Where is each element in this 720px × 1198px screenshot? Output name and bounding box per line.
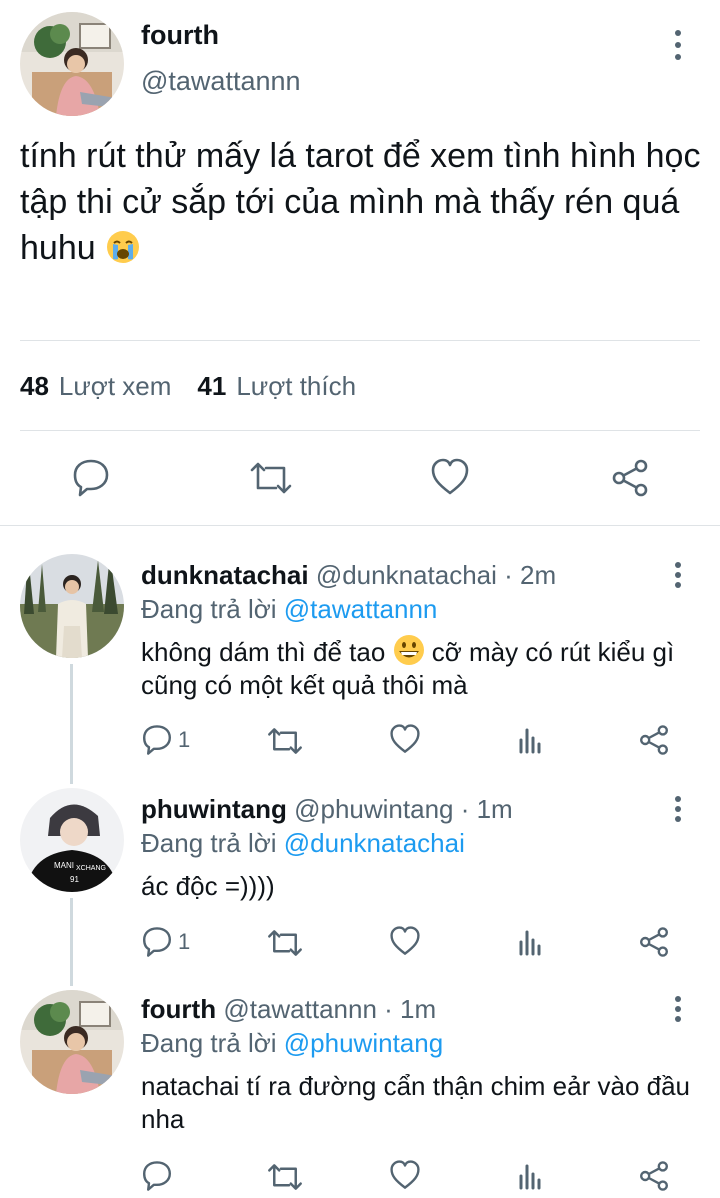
author-name[interactable]: phuwintang (141, 794, 287, 824)
reply-count: 1 (178, 929, 191, 954)
reply-text-part: không dám thì để tao (141, 637, 393, 667)
divider (20, 430, 700, 431)
analytics-icon[interactable] (518, 928, 544, 956)
author-handle[interactable]: @tawattannn (141, 66, 301, 97)
svg-text:XCHANG: XCHANG (76, 865, 106, 872)
replying-mention[interactable]: @tawattannn (284, 594, 438, 624)
replying-prefix: Đang trả lời (141, 1028, 284, 1058)
replying-to: Đang trả lời @dunknatachai (141, 828, 465, 859)
tweet-stats: 48 Lượt xem 41 Lượt thích (20, 368, 356, 404)
retweet-icon[interactable] (248, 460, 294, 496)
divider (20, 340, 700, 341)
more-options-icon[interactable] (668, 30, 688, 60)
replying-to: Đang trả lời @tawattannn (141, 594, 437, 625)
main-tweet: fourth @tawattannn tính rút thử mấy lá t… (0, 0, 720, 525)
reply-header: fourth @tawattannn · 1m (141, 994, 436, 1025)
analytics-icon[interactable] (518, 726, 544, 754)
author-handle-time[interactable]: @dunknatachai · 2m (316, 560, 556, 590)
author-handle-time[interactable]: @phuwintang · 1m (294, 794, 513, 824)
retweet-icon[interactable] (266, 1162, 304, 1192)
replying-mention[interactable]: @dunknatachai (284, 828, 465, 858)
replying-prefix: Đang trả lời (141, 828, 284, 858)
avatar[interactable] (20, 12, 124, 116)
views-count: 48 (20, 370, 49, 401)
reply-text: ác độc =)))) (141, 871, 275, 901)
avatar[interactable] (20, 554, 124, 658)
more-options-icon[interactable] (668, 562, 688, 588)
share-icon[interactable] (638, 724, 670, 756)
reply-action-bar (0, 1158, 720, 1194)
reply-tweet[interactable]: fourth @tawattannn · 1m Đang trả lời @ph… (0, 988, 720, 1198)
reply-action-bar: 1 (0, 924, 720, 960)
reply-header: phuwintang @phuwintang · 1m (141, 794, 513, 825)
retweet-icon[interactable] (266, 726, 304, 756)
author-name[interactable]: fourth (141, 20, 219, 51)
section-divider (0, 525, 720, 526)
more-options-icon[interactable] (668, 796, 688, 822)
author-name[interactable]: fourth (141, 994, 216, 1024)
svg-text:MANI: MANI (54, 861, 74, 870)
tweet-text: tính rút thử mấy lá tarot để xem tình hì… (20, 133, 710, 271)
retweet-icon[interactable] (266, 928, 304, 958)
views-label[interactable]: Lượt xem (59, 371, 171, 402)
reply-icon[interactable] (141, 724, 173, 756)
more-options-icon[interactable] (668, 996, 688, 1022)
reply-tweet[interactable]: dunknatachai @dunknatachai · 2m Đang trả… (0, 550, 720, 770)
reply-count: 1 (178, 727, 191, 752)
replying-mention[interactable]: @phuwintang (284, 1028, 443, 1058)
reply-text: không dám thì để tao cỡ mày có rút kiểu … (141, 634, 701, 702)
replying-prefix: Đang trả lời (141, 594, 284, 624)
grinning-face-emoji (393, 634, 425, 666)
like-icon[interactable] (389, 724, 421, 754)
reply-tweet[interactable]: MANI XCHANG 91 phuwintang @phuwintang · … (0, 786, 720, 976)
share-icon[interactable] (638, 926, 670, 958)
like-icon[interactable] (389, 926, 421, 956)
reply-icon[interactable] (72, 458, 110, 498)
like-icon[interactable] (389, 1160, 421, 1190)
tweet-action-bar (0, 452, 720, 504)
avatar[interactable]: MANI XCHANG 91 (20, 788, 124, 892)
tweet-detail-page: fourth @tawattannn tính rút thử mấy lá t… (0, 0, 720, 1198)
loudly-crying-face-emoji (105, 229, 141, 265)
reply-icon[interactable] (141, 926, 173, 958)
reply-text: natachai tí ra đường cẩn thận chim eảr v… (141, 1071, 691, 1134)
analytics-icon[interactable] (518, 1162, 544, 1190)
share-icon[interactable] (610, 458, 650, 498)
share-icon[interactable] (638, 1160, 670, 1192)
likes-label[interactable]: Lượt thích (236, 371, 356, 402)
svg-text:91: 91 (70, 875, 79, 884)
reply-header: dunknatachai @dunknatachai · 2m (141, 560, 556, 591)
author-name[interactable]: dunknatachai (141, 560, 309, 590)
reply-action-bar: 1 (0, 722, 720, 758)
author-handle-time[interactable]: @tawattannn · 1m (223, 994, 436, 1024)
reply-icon[interactable] (141, 1160, 173, 1192)
likes-count: 41 (197, 370, 227, 401)
replying-to: Đang trả lời @phuwintang (141, 1028, 443, 1059)
like-icon[interactable] (430, 458, 470, 496)
avatar[interactable] (20, 990, 124, 1094)
